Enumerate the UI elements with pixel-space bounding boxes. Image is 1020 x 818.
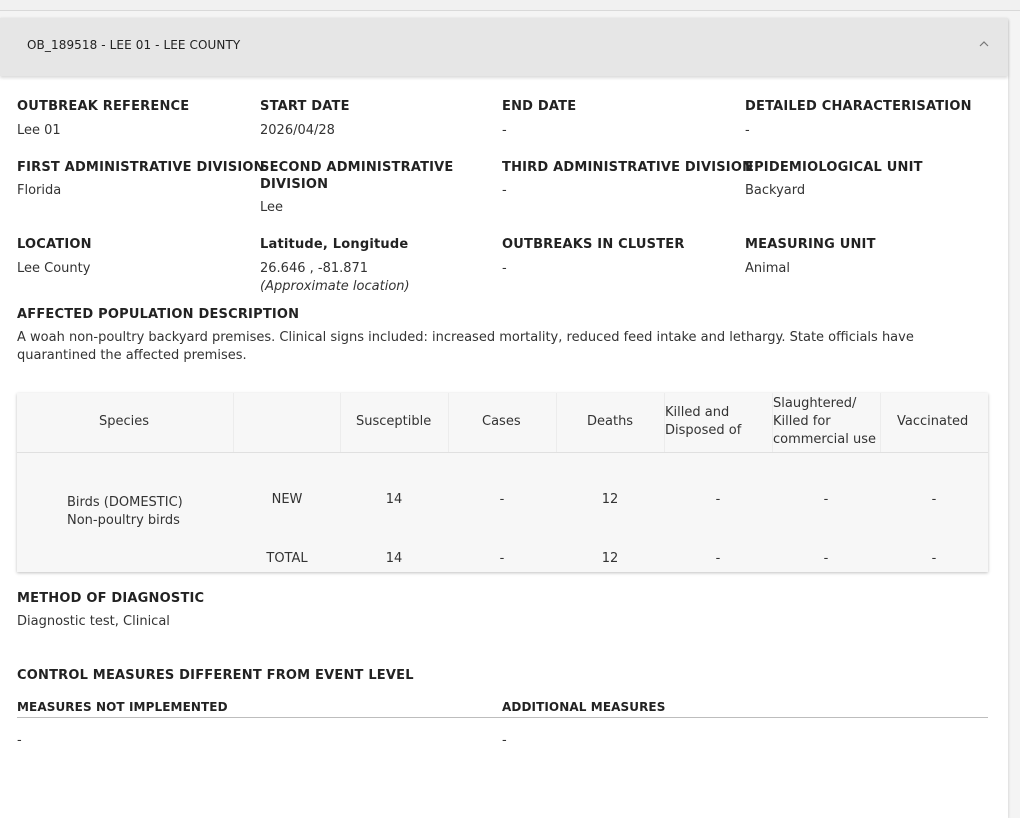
third-admin-division-value: - — [502, 183, 507, 198]
new-vaccinated: - — [931, 492, 937, 507]
total-slaughtered: - — [823, 551, 829, 566]
affected-population-label: AFFECTED POPULATION DESCRIPTION — [17, 307, 300, 322]
outbreak-card: OB_189518 - LEE 01 - LEE COUNTY OUTBREAK… — [0, 18, 1008, 818]
header-killed-line1: Killed and — [665, 405, 730, 420]
third-admin-division-label: THIRD ADMINISTRATIVE DIVISION — [502, 160, 754, 175]
measuring-unit-label: MEASURING UNIT — [745, 237, 876, 252]
location-label: LOCATION — [17, 237, 92, 252]
start-date-value: 2026/04/28 — [260, 123, 335, 138]
species-table: Species Susceptible Cases Deaths Killed … — [17, 393, 988, 572]
diagnostic-method-label: METHOD OF DIAGNOSTIC — [17, 591, 205, 606]
total-killed: - — [715, 551, 721, 566]
epidemiological-unit-value: Backyard — [745, 183, 806, 198]
header-susceptible: Susceptible — [356, 414, 432, 429]
column-divider — [664, 393, 665, 452]
outbreak-reference-label: OUTBREAK REFERENCE — [17, 99, 190, 114]
approximate-location-note: (Approximate location) — [260, 279, 410, 294]
new-deaths: 12 — [601, 492, 619, 507]
outbreak-reference-value: Lee 01 — [17, 123, 61, 138]
total-susceptible: 14 — [385, 551, 403, 566]
column-divider — [340, 393, 341, 452]
second-admin-division-label: SECOND ADMINISTRATIVE DIVISION — [260, 160, 454, 192]
row-type-total: TOTAL — [266, 551, 308, 566]
control-measures-label: CONTROL MEASURES DIFFERENT FROM EVENT LE… — [17, 668, 414, 683]
detailed-characterisation-value: - — [745, 123, 750, 138]
total-deaths: 12 — [601, 551, 619, 566]
location-value: Lee County — [17, 261, 91, 276]
header-vaccinated: Vaccinated — [897, 414, 969, 429]
header-slaughtered-line2: Killed for — [773, 414, 831, 429]
control-measures-divider — [17, 717, 988, 718]
new-cases: - — [499, 492, 505, 507]
column-divider — [880, 393, 881, 452]
measuring-unit-value: Animal — [745, 261, 790, 276]
top-strip — [0, 0, 1020, 11]
species-name-line1: Birds (DOMESTIC) — [67, 495, 183, 510]
detailed-characterisation-label: DETAILED CHARACTERISATION — [745, 99, 972, 114]
diagnostic-method-value: Diagnostic test, Clinical — [17, 614, 170, 629]
new-killed: - — [715, 492, 721, 507]
additional-measures-value: - — [502, 733, 507, 748]
lat-long-label: Latitude, Longitude — [260, 237, 409, 252]
epidemiological-unit-label: EPIDEMIOLOGICAL UNIT — [745, 160, 923, 175]
species-name-line2: Non-poultry birds — [67, 513, 180, 528]
outbreak-panel-title: OB_189518 - LEE 01 - LEE COUNTY — [27, 38, 241, 52]
new-slaughtered: - — [823, 492, 829, 507]
measures-not-implemented-value: - — [17, 733, 22, 748]
header-killed-disposed: Killed and Disposed of — [665, 404, 741, 440]
second-admin-division-value: Lee — [260, 200, 284, 215]
total-vaccinated: - — [931, 551, 937, 566]
column-divider — [556, 393, 557, 452]
header-species: Species — [99, 414, 150, 429]
start-date-label: START DATE — [260, 99, 350, 114]
lat-long-value: 26.646 , -81.871 — [260, 261, 369, 276]
measures-not-implemented-label: MEASURES NOT IMPLEMENTED — [17, 700, 228, 714]
end-date-value: - — [502, 123, 507, 138]
column-divider — [448, 393, 449, 452]
species-name: Birds (DOMESTIC) Non-poultry birds — [67, 494, 183, 530]
outbreaks-in-cluster-label: OUTBREAKS IN CLUSTER — [502, 237, 685, 252]
first-admin-division-label: FIRST ADMINISTRATIVE DIVISION — [17, 160, 265, 175]
column-divider — [233, 393, 234, 452]
affected-population-text: A woah non-poultry backyard premises. Cl… — [17, 330, 914, 363]
header-cases: Cases — [482, 414, 521, 429]
header-divider — [17, 452, 988, 453]
outbreaks-in-cluster-value: - — [502, 261, 507, 276]
end-date-label: END DATE — [502, 99, 577, 114]
new-susceptible: 14 — [385, 492, 403, 507]
header-slaughtered: Slaughtered/ Killed for commercial use — [773, 395, 876, 449]
chevron-up-icon[interactable] — [978, 38, 990, 50]
header-slaughtered-line3: commercial use — [773, 432, 876, 447]
additional-measures-label: ADDITIONAL MEASURES — [502, 700, 666, 714]
header-slaughtered-line1: Slaughtered/ — [773, 396, 857, 411]
total-cases: - — [499, 551, 505, 566]
header-killed-line2: Disposed of — [665, 423, 742, 438]
column-divider — [772, 393, 773, 452]
first-admin-division-value: Florida — [17, 183, 62, 198]
header-deaths: Deaths — [587, 414, 634, 429]
row-type-new: NEW — [271, 492, 303, 507]
outbreak-panel-header[interactable]: OB_189518 - LEE 01 - LEE COUNTY — [0, 18, 1008, 76]
